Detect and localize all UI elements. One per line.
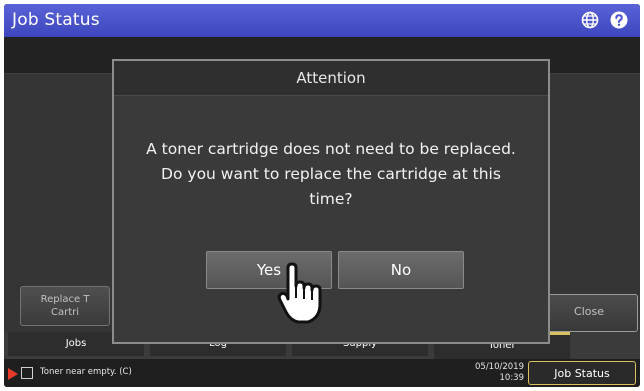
globe-icon[interactable] (581, 11, 599, 29)
status-date: 05/10/2019 (475, 362, 524, 372)
job-status-button[interactable]: Job Status (528, 361, 636, 385)
printer-icon (21, 367, 33, 379)
dialog-message-line-1: A toner cartridge does not need to be re… (146, 140, 516, 158)
dialog-message-line-2: Do you want to replace the cartridge at … (161, 165, 501, 183)
title-bar: Job Status (4, 4, 640, 37)
alert-arrow-icon[interactable] (8, 368, 18, 380)
help-icon[interactable] (610, 11, 628, 29)
no-button[interactable]: No (338, 251, 464, 289)
attention-dialog: Attention A toner cartridge does not nee… (112, 59, 550, 344)
pointing-hand-icon (277, 262, 322, 324)
window-title: Job Status (12, 10, 100, 30)
status-time: 10:39 (499, 373, 525, 383)
status-datetime: 05/10/2019 10:39 (464, 362, 524, 384)
job-status-screen: Job Status Replace T Cartri Close Jobs L… (4, 4, 640, 387)
dialog-title: Attention (114, 61, 548, 96)
dialog-message: A toner cartridge does not need to be re… (114, 137, 548, 212)
dialog-message-line-3: time? (309, 190, 353, 208)
status-bar: Toner near empty. (C) 05/10/2019 10:39 J… (4, 359, 640, 387)
status-message: Toner near empty. (C) (40, 367, 132, 377)
